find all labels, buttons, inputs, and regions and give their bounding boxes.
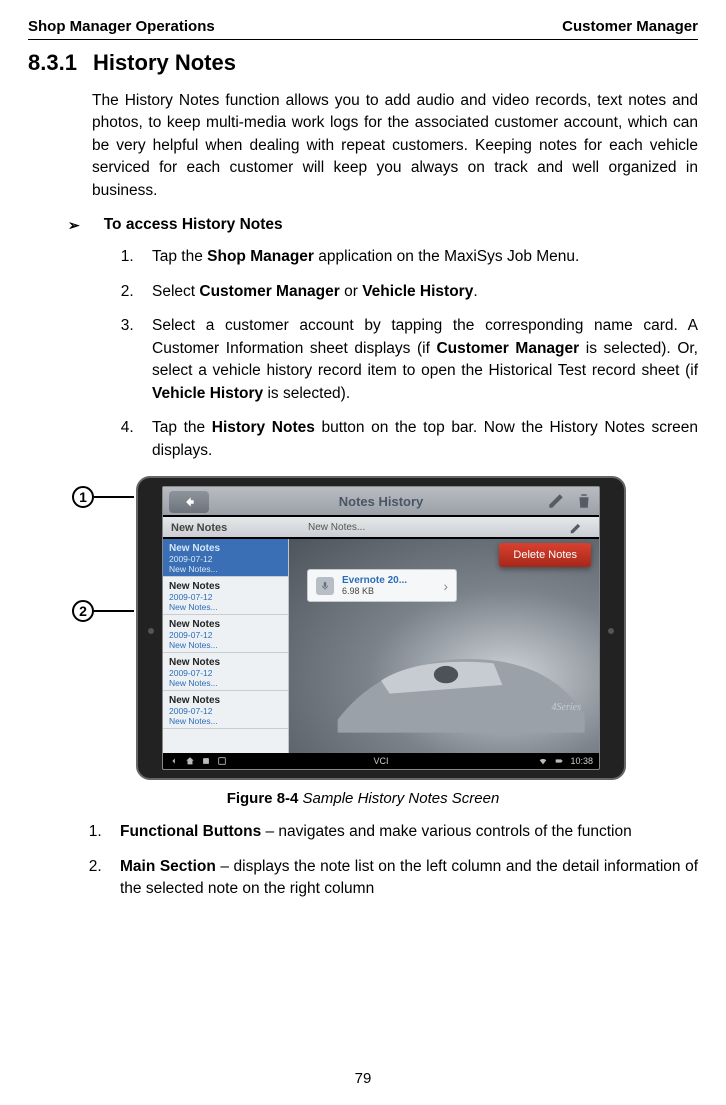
- desc-1: Functional Buttons – navigates and make …: [106, 821, 698, 843]
- clock: 10:38: [570, 756, 593, 766]
- procedure-title: To access History Notes: [104, 216, 283, 234]
- chevron-right-icon: ➢: [68, 217, 80, 234]
- desc-2: Main Section – displays the note list on…: [106, 856, 698, 901]
- status-bar: VCI 10:38: [163, 753, 599, 769]
- vci-label: VCI: [373, 756, 388, 766]
- callout-2-num: 2: [72, 600, 94, 622]
- step-1: Tap the Shop Manager application on the …: [138, 246, 698, 268]
- callout-1: 1: [72, 486, 134, 508]
- callout-1-num: 1: [72, 486, 94, 508]
- series-badge: 4Series: [552, 702, 581, 713]
- step-2: Select Customer Manager or Vehicle Histo…: [138, 281, 698, 303]
- list-item[interactable]: New Notes 2009-07-12 New Notes...: [163, 577, 288, 615]
- header-rule: [28, 39, 698, 40]
- step-3: Select a customer account by tapping the…: [138, 315, 698, 405]
- subbar-left-label: New Notes: [163, 522, 227, 534]
- intro-paragraph: The History Notes function allows you to…: [92, 90, 698, 202]
- callout-2: 2: [72, 600, 134, 622]
- recent-icon[interactable]: [201, 756, 211, 766]
- step-4: Tap the History Notes button on the top …: [138, 417, 698, 462]
- note-detail: 4Series Delete Notes Evernote 20... 6.98…: [289, 539, 599, 753]
- back-button[interactable]: [169, 491, 209, 513]
- subbar-center-label: New Notes...: [308, 522, 365, 533]
- procedure-heading: ➢ To access History Notes: [68, 216, 698, 234]
- header-left: Shop Manager Operations: [28, 18, 215, 35]
- title-bar-text: Notes History: [339, 494, 424, 509]
- audio-attachment[interactable]: Evernote 20... 6.98 KB ›: [307, 569, 457, 602]
- figure-caption: Figure 8-4 Sample History Notes Screen: [28, 790, 698, 807]
- title-bar: Notes History: [163, 487, 599, 517]
- chevron-right-icon: ›: [443, 578, 448, 594]
- section-heading: 8.3.1 History Notes: [28, 50, 698, 76]
- pencil-icon[interactable]: [569, 521, 583, 535]
- figure-caption-text: Sample History Notes Screen: [298, 790, 499, 807]
- page-number: 79: [0, 1070, 726, 1087]
- tablet-device: Notes History New Notes New Notes... New…: [136, 476, 626, 780]
- screenshot-icon[interactable]: [217, 756, 227, 766]
- sub-bar: New Notes New Notes...: [163, 517, 599, 539]
- attachment-size: 6.98 KB: [342, 586, 407, 596]
- list-item[interactable]: New Notes 2009-07-12 New Notes...: [163, 539, 288, 577]
- list-item[interactable]: New Notes 2009-07-12 New Notes...: [163, 615, 288, 653]
- app-screen: Notes History New Notes New Notes... New…: [162, 486, 600, 770]
- note-list[interactable]: New Notes 2009-07-12 New Notes... New No…: [163, 539, 289, 753]
- home-icon[interactable]: [185, 756, 195, 766]
- attachment-name: Evernote 20...: [342, 575, 407, 586]
- trash-icon[interactable]: [575, 492, 593, 510]
- battery-icon: [554, 756, 564, 766]
- car-silhouette-icon: [329, 625, 589, 745]
- wifi-icon: [538, 756, 548, 766]
- section-number: 8.3.1: [28, 50, 77, 75]
- figure-label: Figure 8-4: [227, 790, 299, 807]
- arrow-left-icon: [182, 495, 196, 509]
- microphone-icon: [316, 577, 334, 595]
- list-item[interactable]: New Notes 2009-07-12 New Notes...: [163, 653, 288, 691]
- section-title: History Notes: [93, 50, 236, 75]
- delete-notes-button[interactable]: Delete Notes: [499, 543, 591, 567]
- header-right: Customer Manager: [562, 18, 698, 35]
- list-item[interactable]: New Notes 2009-07-12 New Notes...: [163, 691, 288, 729]
- figure-8-4: 1 2 Notes History New Notes New Notes: [136, 476, 666, 780]
- main-area: New Notes 2009-07-12 New Notes... New No…: [163, 539, 599, 753]
- compose-icon[interactable]: [547, 492, 565, 510]
- step-list: Tap the Shop Manager application on the …: [138, 246, 698, 462]
- description-list: Functional Buttons – navigates and make …: [106, 821, 698, 900]
- back-nav-icon[interactable]: [169, 756, 179, 766]
